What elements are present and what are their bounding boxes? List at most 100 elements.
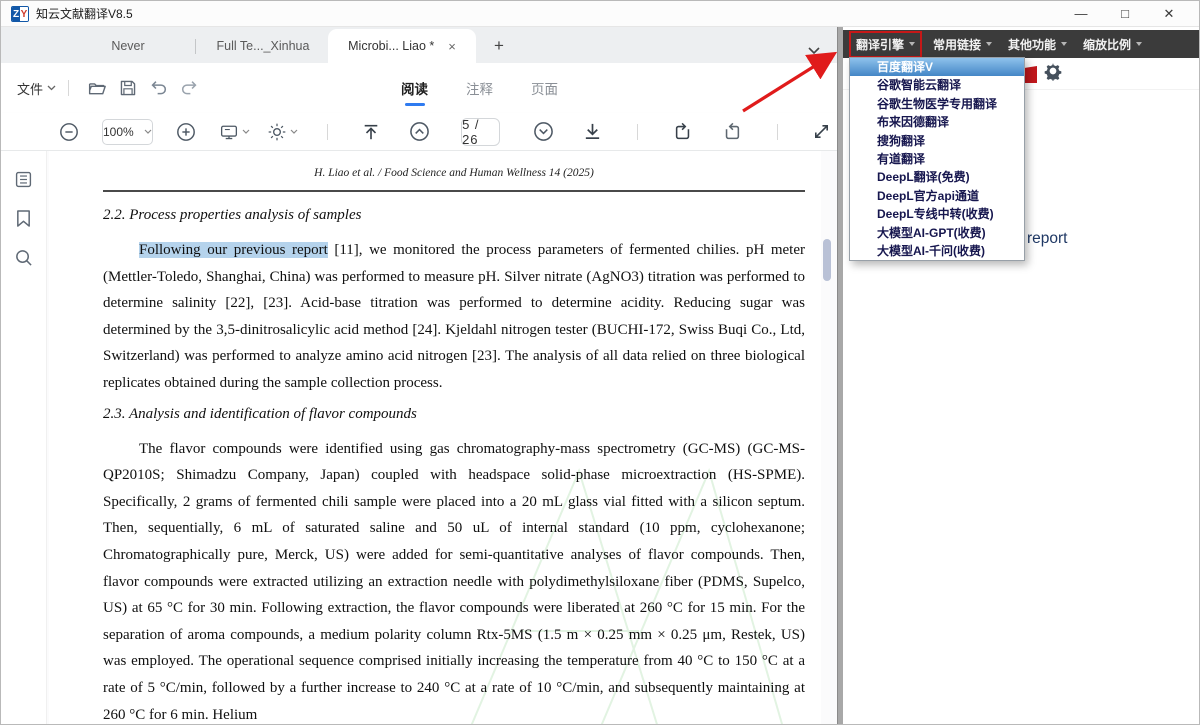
engine-option-google-cloud[interactable]: 谷歌智能云翻译 — [850, 76, 1024, 94]
engine-option-deepl-relay[interactable]: DeepL专线中转(收费) — [850, 205, 1024, 223]
pdf-section-2-3-heading: 2.3. Analysis and identification of flav… — [103, 405, 417, 422]
open-folder-button[interactable] — [81, 76, 113, 100]
chevron-down-icon — [47, 85, 56, 91]
save-button[interactable] — [113, 76, 143, 100]
new-tab-button[interactable]: + — [494, 36, 504, 56]
undo-icon — [151, 80, 167, 94]
tab-never[interactable]: Never — [63, 29, 193, 63]
previous-page-button[interactable] — [403, 118, 436, 145]
translation-engine-dropdown: 百度翻译V 谷歌智能云翻译 谷歌生物医学专用翻译 布来因德翻译 搜狗翻译 有道翻… — [849, 57, 1025, 262]
rotate-right-button[interactable] — [716, 119, 748, 145]
chevron-down-icon — [242, 129, 250, 134]
zoom-in-icon — [176, 122, 195, 141]
highlighted-text[interactable]: Following our previous report — [139, 242, 328, 258]
download-button[interactable] — [577, 119, 608, 144]
window-controls: — □ ✕ — [1059, 6, 1191, 22]
arrow-to-top-icon — [364, 124, 378, 139]
fullscreen-button[interactable] — [806, 119, 837, 144]
circle-chevron-up-icon — [410, 122, 429, 141]
engine-option-sogou[interactable]: 搜狗翻译 — [850, 132, 1024, 150]
title-bar: ZY 知云文献翻译V8.5 — □ ✕ — [1, 1, 1199, 27]
search-panel-button[interactable] — [11, 245, 36, 270]
zoom-out-icon — [60, 122, 78, 141]
main-toolbar: 文件 阅读 注释 页面 — [1, 63, 837, 113]
pdf-header-rule — [103, 190, 805, 192]
menu-caret-icon — [986, 42, 993, 46]
pdf-paragraph-1: Following our previous report [11], we m… — [103, 242, 805, 391]
chevron-down-icon — [144, 129, 152, 134]
pdf-running-header: H. Liao et al. / Food Science and Human … — [314, 167, 594, 179]
zoom-in-button[interactable] — [170, 119, 202, 145]
document-tab-bar: Never Full Te..._Xinhua Microbi... Liao … — [1, 27, 837, 63]
engine-option-youdao[interactable]: 有道翻译 — [850, 150, 1024, 168]
tab-list-chevron-down-icon[interactable] — [807, 46, 821, 55]
tab-read[interactable]: 阅读 — [399, 74, 430, 102]
menu-other-functions[interactable]: 其他功能 — [1003, 33, 1072, 56]
next-page-button[interactable] — [527, 118, 560, 145]
chevron-down-icon — [290, 129, 298, 134]
view-mode-tabs: 阅读 注释 页面 — [399, 63, 560, 113]
tab-pages[interactable]: 页面 — [529, 74, 560, 102]
bookmark-icon — [17, 210, 30, 227]
translation-menu-bar: 翻译引擎 常用链接 其他功能 缩放比例 — [843, 30, 1199, 58]
tab-close-icon[interactable]: × — [448, 39, 456, 54]
tab-microbi-liao-active[interactable]: Microbi... Liao * × — [328, 29, 476, 63]
zoom-level-select[interactable]: 100% — [102, 118, 153, 145]
redo-icon — [181, 80, 197, 94]
thumbnail-list-icon — [15, 171, 32, 188]
app-window: ZY 知云文献翻译V8.5 — □ ✕ Never Full Te..._Xin… — [0, 0, 1200, 725]
maximize-button[interactable]: □ — [1103, 6, 1147, 21]
pdf-section-2-2-heading: 2.2. Process properties analysis of samp… — [103, 207, 362, 223]
menu-translation-engine[interactable]: 翻译引擎 — [849, 30, 923, 58]
close-button[interactable]: ✕ — [1147, 6, 1191, 22]
rotate-right-icon — [725, 122, 739, 139]
file-menu-button[interactable]: 文件 — [17, 79, 56, 98]
engine-option-deepl-api[interactable]: DeepL官方api通道 — [850, 187, 1024, 205]
menu-common-links[interactable]: 常用链接 — [928, 33, 997, 56]
gear-icon — [1044, 63, 1062, 81]
minimize-button[interactable]: — — [1059, 6, 1103, 21]
app-logo-icon: ZY — [11, 5, 29, 22]
pdf-viewer: H. Liao et al. / Food Science and Human … — [47, 151, 837, 724]
bookmarks-panel-button[interactable] — [12, 206, 35, 231]
page-number-input[interactable]: 5 / 26 — [461, 117, 501, 147]
pdf-paragraph-2: The flavor compounds were identified usi… — [103, 440, 805, 723]
window-title: 知云文献翻译V8.5 — [36, 7, 133, 21]
download-icon — [586, 123, 600, 140]
translation-partial-text: report — [1027, 230, 1068, 247]
engine-option-ai-gpt[interactable]: 大模型AI-GPT(收费) — [850, 224, 1024, 242]
save-icon — [120, 80, 136, 96]
settings-button[interactable] — [1043, 61, 1063, 81]
menu-caret-icon — [1136, 42, 1143, 46]
engine-option-google-biomed[interactable]: 谷歌生物医学专用翻译 — [850, 95, 1024, 113]
engine-option-blind[interactable]: 布来因德翻译 — [850, 113, 1024, 131]
tab-fullte-xinhua[interactable]: Full Te..._Xinhua — [198, 29, 328, 63]
toolbar-divider — [68, 80, 70, 96]
rotate-left-button[interactable] — [667, 119, 699, 145]
undo-button[interactable] — [143, 77, 174, 100]
monitor-icon — [220, 125, 237, 139]
menu-zoom-ratio[interactable]: 缩放比例 — [1078, 33, 1147, 56]
engine-option-ai-qianwen[interactable]: 大模型AI-千问(收费) — [850, 242, 1024, 260]
page-display-mode-button[interactable] — [219, 123, 250, 141]
rotate-left-icon — [675, 122, 689, 139]
brightness-sun-icon — [268, 123, 286, 140]
go-to-top-button[interactable] — [356, 120, 386, 144]
zoom-out-button[interactable] — [53, 119, 85, 145]
engine-option-baidu[interactable]: 百度翻译V — [850, 58, 1024, 77]
vertical-scrollbar-thumb[interactable] — [823, 239, 831, 281]
brightness-button[interactable] — [267, 122, 298, 142]
expand-icon — [814, 124, 828, 139]
thumbnails-panel-button[interactable] — [11, 167, 36, 192]
pdf-text-content: H. Liao et al. / Food Science and Human … — [103, 163, 805, 724]
menu-caret-icon — [909, 42, 916, 46]
tab-annotate[interactable]: 注释 — [464, 74, 495, 102]
engine-option-deepl-free[interactable]: DeepL翻译(免费) — [850, 168, 1024, 186]
search-icon — [16, 250, 32, 266]
pdf-page: H. Liao et al. / Food Science and Human … — [49, 151, 821, 724]
tab-separator — [195, 39, 196, 54]
page-controls-toolbar: 100% 5 / 26 — [1, 113, 837, 151]
circle-chevron-down-icon — [534, 122, 554, 141]
redo-button[interactable] — [174, 77, 205, 100]
left-sidebar — [1, 151, 47, 724]
